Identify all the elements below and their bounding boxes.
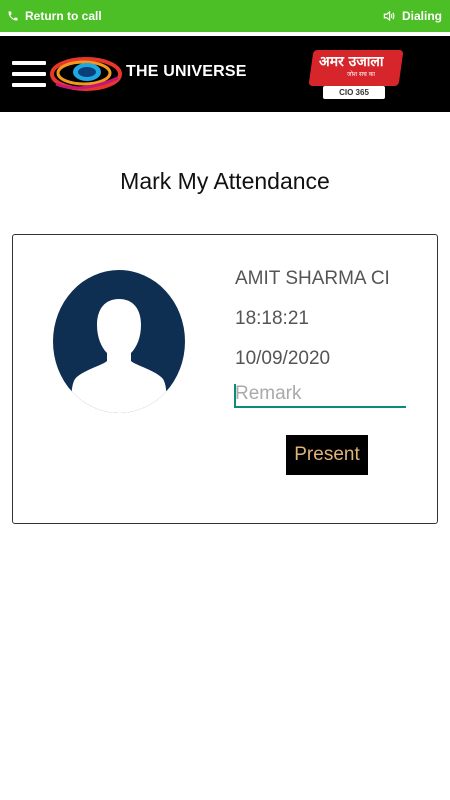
phone-icon	[7, 10, 19, 22]
page-title: Mark My Attendance	[120, 168, 330, 194]
partner-logo: अमर उजाला जोश सच का CIO 365	[308, 50, 404, 102]
dialing-status: Dialing	[382, 9, 450, 23]
remark-input[interactable]	[234, 382, 406, 408]
present-button[interactable]: Present	[286, 435, 368, 475]
employee-name: AMIT SHARMA CI	[235, 268, 390, 289]
attendance-card: AMIT SHARMA CI 18:18:21 10/09/2020	[12, 234, 438, 524]
partner-title: अमर उजाला	[319, 54, 384, 70]
user-avatar-icon	[52, 269, 186, 414]
brand-name: THE UNIVERSE	[126, 63, 247, 80]
return-to-call[interactable]: Return to call	[0, 9, 102, 23]
partner-tagline: जोश सच का	[347, 71, 375, 78]
attendance-time: 18:18:21	[235, 308, 309, 329]
return-to-call-label: Return to call	[25, 9, 102, 23]
speaker-icon	[382, 9, 396, 23]
partner-badge: CIO 365	[323, 86, 385, 99]
call-status-bar[interactable]: Return to call Dialing	[0, 0, 450, 32]
attendance-info: AMIT SHARMA CI 18:18:21 10/09/2020	[235, 267, 415, 387]
universe-logo-icon	[50, 54, 126, 94]
text-cursor	[234, 384, 236, 408]
attendance-date: 10/09/2020	[235, 348, 331, 369]
hamburger-menu-icon[interactable]	[12, 61, 46, 87]
dialing-label: Dialing	[401, 9, 442, 23]
